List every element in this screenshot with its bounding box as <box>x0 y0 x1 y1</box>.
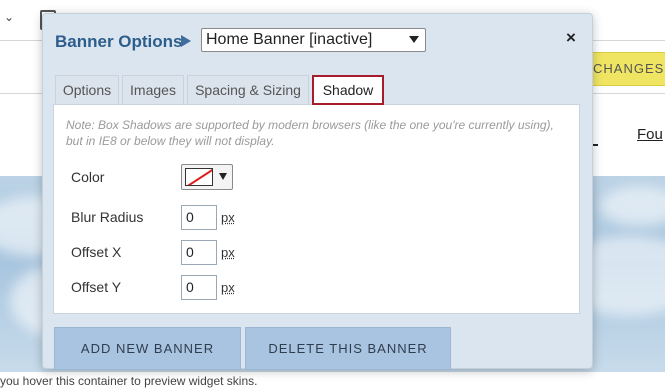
tab-options[interactable]: Options <box>55 75 119 104</box>
preview-hint: you hover this container to preview widg… <box>0 374 258 388</box>
offset-y-input[interactable]: 0 <box>181 275 217 300</box>
offset-x-label: Offset X <box>71 244 122 260</box>
blur-radius-unit: px <box>221 210 235 225</box>
picker-caret-icon <box>219 173 227 180</box>
dialog-title: Banner Options <box>55 32 183 51</box>
offset-y-label: Offset Y <box>71 279 122 295</box>
shadow-note: Note: Box Shadows are supported by moder… <box>66 118 554 148</box>
close-icon[interactable]: × <box>563 29 579 46</box>
banner-select-value: Home Banner [inactive] <box>206 31 373 48</box>
blur-radius-input[interactable]: 0 <box>181 205 217 230</box>
tab-shadow[interactable]: Shadow <box>312 75 384 105</box>
add-new-banner-button[interactable]: ADD NEW BANNER <box>54 327 241 370</box>
no-color-swatch-icon <box>185 168 213 186</box>
chevron-down-icon[interactable]: ⌄ <box>4 10 18 24</box>
banner-options-dialog: Banner Options Home Banner [inactive] × … <box>42 13 593 370</box>
select-caret-icon <box>409 36 419 43</box>
delete-banner-button[interactable]: DELETE THIS BANNER <box>245 327 451 370</box>
offset-y-unit: px <box>221 280 235 295</box>
title-arrow-icon <box>181 35 191 47</box>
banner-select[interactable]: Home Banner [inactive] <box>201 28 426 52</box>
color-picker[interactable] <box>181 164 233 190</box>
nav-link[interactable]: Fou <box>637 126 663 143</box>
tab-images[interactable]: Images <box>122 75 184 104</box>
color-label: Color <box>71 169 105 185</box>
offset-x-input[interactable]: 0 <box>181 240 217 265</box>
tab-spacing-sizing[interactable]: Spacing & Sizing <box>187 75 309 104</box>
blur-radius-label: Blur Radius <box>71 209 144 225</box>
offset-x-unit: px <box>221 245 235 260</box>
shadow-panel: Note: Box Shadows are supported by moder… <box>53 104 580 314</box>
